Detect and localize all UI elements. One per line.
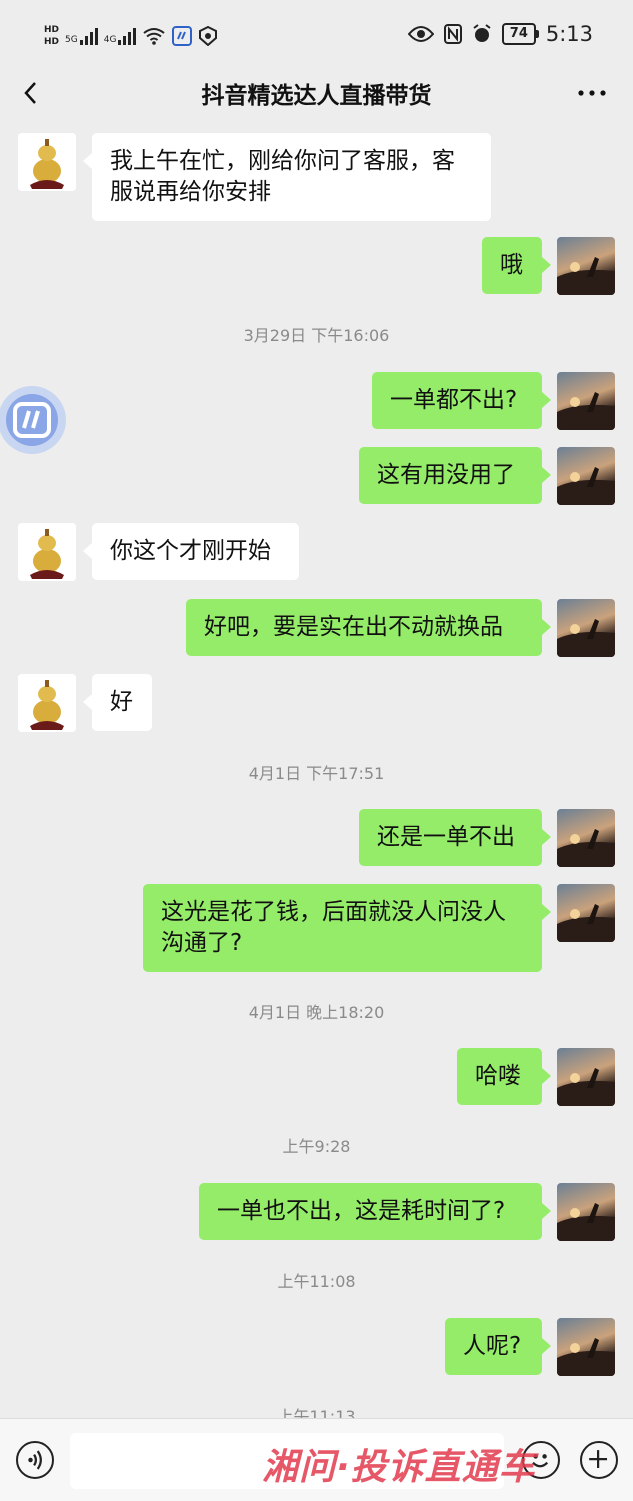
self-avatar[interactable] — [557, 599, 615, 657]
sim2-label: 4G — [103, 35, 117, 45]
message-bubble-right[interactable]: 一单都不出? — [372, 372, 551, 429]
contact-avatar[interactable] — [18, 674, 76, 732]
sunset-avatar-icon — [557, 829, 615, 867]
status-time: 5:13 — [545, 22, 593, 46]
sunset-avatar-icon — [557, 904, 615, 942]
signal-4g-icon: 4G — [104, 27, 137, 45]
nfc-icon — [443, 24, 462, 44]
message-bubble-right[interactable]: 人呢? — [445, 1318, 551, 1375]
sunset-avatar-icon — [557, 1068, 615, 1106]
gourd-avatar-icon — [18, 523, 76, 581]
shield-icon — [199, 26, 218, 46]
self-avatar[interactable] — [557, 1048, 615, 1106]
app-notification-icon — [172, 26, 193, 46]
chat-header: 抖音精选达人直播带货 — [0, 72, 633, 118]
message-bubble-left[interactable]: 我上午在忙，刚给你问了客服，客服说再给你安排 — [83, 133, 491, 221]
self-avatar[interactable] — [557, 237, 615, 295]
sunset-avatar-icon — [557, 619, 615, 657]
signal-5g-icon: 5G — [65, 27, 98, 45]
add-icon[interactable] — [580, 1441, 618, 1479]
self-avatar[interactable] — [557, 1183, 615, 1241]
gourd-avatar-icon — [18, 674, 76, 732]
message-bubble-right[interactable]: 哈喽 — [457, 1048, 551, 1105]
self-avatar[interactable] — [557, 884, 615, 942]
message-bubble-right[interactable]: 好吧，要是实在出不动就换品 — [186, 599, 551, 656]
hd-indicator: HD HD — [44, 24, 59, 48]
sunset-avatar-icon — [557, 392, 615, 430]
self-avatar[interactable] — [557, 372, 615, 430]
status-right: 74 5:13 — [407, 22, 593, 46]
sunset-avatar-icon — [557, 257, 615, 295]
status-left: HD HD 5G 4G — [44, 20, 218, 52]
timestamp: 4月1日 下午17:51 — [248, 764, 385, 783]
timestamp: 上午11:08 — [277, 1272, 356, 1291]
eye-icon — [407, 26, 434, 42]
self-avatar[interactable] — [557, 809, 615, 867]
message-bubble-right[interactable]: 哦 — [482, 237, 551, 294]
self-avatar[interactable] — [557, 1318, 615, 1376]
message-bubble-left[interactable]: 你这个才刚开始 — [83, 523, 299, 580]
timestamp: 3月29日 下午16:06 — [243, 326, 390, 345]
message-bubble-right[interactable]: 一单也不出，这是耗时间了? — [199, 1183, 551, 1240]
timestamp: 4月1日 晚上18:20 — [248, 1003, 385, 1022]
gourd-avatar-icon — [18, 133, 76, 191]
self-avatar[interactable] — [557, 447, 615, 505]
contact-avatar[interactable] — [18, 133, 76, 191]
voice-icon[interactable] — [16, 1441, 54, 1479]
message-bubble-left[interactable]: 好 — [83, 674, 152, 731]
status-bar: HD HD 5G 4G 74 5:13 — [0, 0, 633, 72]
timestamp: 上午9:28 — [282, 1137, 351, 1156]
message-bubble-right[interactable]: 这光是花了钱，后面就没人问没人沟通了? — [143, 884, 551, 972]
sunset-avatar-icon — [557, 1338, 615, 1376]
more-icon[interactable] — [577, 88, 607, 98]
hd-top-label: HD — [44, 25, 60, 35]
sim1-label: 5G — [65, 35, 78, 45]
watermark: 湘问·投诉直通车 — [262, 1447, 536, 1488]
sunset-avatar-icon — [557, 1203, 615, 1241]
contact-avatar[interactable] — [18, 523, 76, 581]
wifi-icon — [143, 28, 166, 45]
message-bubble-right[interactable]: 这有用没用了 — [359, 447, 551, 504]
floating-app-button[interactable] — [0, 384, 68, 456]
message-bubble-right[interactable]: 还是一单不出 — [359, 809, 551, 866]
hd-bottom-label: HD — [44, 37, 60, 47]
chat-title: 抖音精选达人直播带货 — [201, 83, 432, 109]
battery-indicator: 74 — [501, 23, 539, 45]
sunset-avatar-icon — [557, 467, 615, 505]
alarm-icon — [473, 24, 491, 42]
